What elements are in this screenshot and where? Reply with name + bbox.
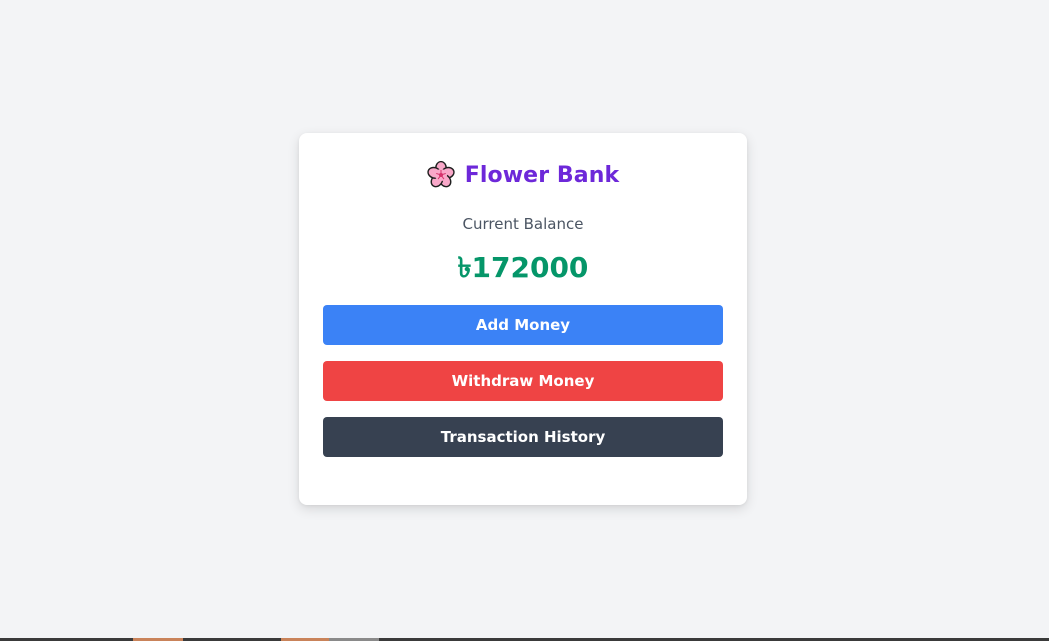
bank-card: Flower Bank Current Balance ৳172000 Add …	[299, 133, 747, 505]
add-money-button[interactable]: Add Money	[323, 305, 723, 345]
transaction-history-button[interactable]: Transaction History	[323, 417, 723, 457]
app-title: Flower Bank	[464, 162, 620, 188]
header: Flower Bank	[299, 159, 747, 191]
balance-amount: ৳172000	[457, 251, 589, 284]
withdraw-money-button[interactable]: Withdraw Money	[323, 361, 723, 401]
balance-label: Current Balance	[462, 215, 584, 233]
cherry-blossom-icon	[427, 160, 455, 189]
